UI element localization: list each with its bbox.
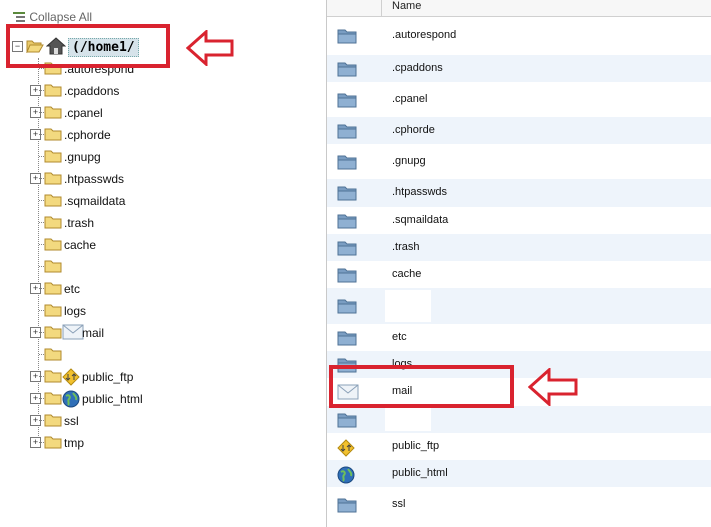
collapse-all-label: Collapse All <box>29 10 93 24</box>
header-separator <box>381 0 382 16</box>
file-name[interactable]: .autorespond <box>392 29 456 41</box>
folder-icon <box>337 214 357 229</box>
tree-item-label: .cpanel <box>64 106 103 120</box>
left-arrow-icon <box>186 30 234 66</box>
file-name[interactable]: etc <box>392 331 407 343</box>
folder-icon <box>337 29 357 44</box>
blank-name-cell <box>385 408 431 431</box>
file-row[interactable]: .cphorde <box>327 117 711 144</box>
blank-name-cell <box>385 290 431 322</box>
folder-icon <box>337 155 357 170</box>
folder-icon <box>44 348 62 361</box>
file-row[interactable] <box>327 288 711 324</box>
collapse-all-link[interactable]: Collapse All <box>12 10 92 24</box>
file-row[interactable]: cache <box>327 261 711 288</box>
file-name[interactable]: cache <box>392 268 421 280</box>
folder-icon <box>337 62 357 77</box>
collapse-all-icon <box>13 12 25 22</box>
folder-icon <box>44 150 62 163</box>
root-highlight-box <box>6 24 170 68</box>
file-row[interactable]: .cpaddons <box>327 55 711 82</box>
folder-icon <box>44 194 62 207</box>
tree-item-label: logs <box>64 304 87 318</box>
folder-icon <box>44 238 62 251</box>
mail-icon <box>62 324 84 340</box>
tree-item-label: .cphorde <box>64 128 111 142</box>
folder-icon <box>337 498 357 513</box>
folder-icon <box>44 106 62 119</box>
folder-icon <box>337 186 357 201</box>
column-header-name[interactable]: Name <box>392 0 421 12</box>
tree-item-label: .sqmaildata <box>64 194 126 208</box>
folder-icon <box>44 128 62 141</box>
file-row[interactable] <box>327 406 711 433</box>
folder-icon <box>44 304 62 317</box>
file-name[interactable]: .cpanel <box>392 93 427 105</box>
tree-item-label: cache <box>64 238 97 252</box>
file-row[interactable]: .cpanel <box>327 82 711 117</box>
folder-icon <box>337 124 357 139</box>
file-row[interactable]: ssl <box>327 487 711 523</box>
file-list-header: Name <box>327 0 711 17</box>
folder-icon <box>44 414 62 427</box>
tree-item-label: .gnupg <box>64 150 101 164</box>
tree-item-label: ssl <box>64 414 79 428</box>
globe-icon <box>62 390 80 408</box>
folder-tree-panel: Collapse All − (/home1/ .autorespond + .cp… <box>0 0 326 527</box>
folder-icon <box>44 282 62 295</box>
file-row[interactable]: .trash <box>327 234 711 261</box>
file-name[interactable]: .trash <box>392 241 420 253</box>
globe-icon <box>337 466 355 484</box>
folder-icon <box>337 413 357 428</box>
folder-icon <box>44 370 62 383</box>
ftp-icon <box>337 439 355 457</box>
mail-highlight-box <box>329 365 514 408</box>
ftp-icon <box>62 368 80 386</box>
left-arrow-icon <box>528 368 578 406</box>
folder-icon <box>337 331 357 346</box>
file-row[interactable]: .gnupg <box>327 144 711 179</box>
file-list-panel: Name .autorespond .cpaddons .cpanel .cphord… <box>327 0 711 527</box>
tree-item-label: public_html <box>82 392 143 406</box>
folder-icon <box>44 436 62 449</box>
file-name[interactable]: public_html <box>392 467 448 479</box>
file-row[interactable]: .htpasswds <box>327 179 711 207</box>
file-name[interactable]: .htpasswds <box>392 186 447 198</box>
file-name[interactable]: .cphorde <box>392 124 435 136</box>
folder-icon <box>44 326 62 339</box>
file-row[interactable]: .autorespond <box>327 17 711 55</box>
folder-icon <box>44 172 62 185</box>
file-row[interactable]: public_ftp <box>327 433 711 460</box>
file-name[interactable]: ssl <box>392 498 405 510</box>
folder-icon <box>337 93 357 108</box>
folder-icon <box>337 241 357 256</box>
file-row[interactable]: .sqmaildata <box>327 207 711 234</box>
tree-item-label: tmp <box>64 436 85 450</box>
file-row[interactable]: public_html <box>327 460 711 487</box>
folder-icon <box>44 216 62 229</box>
tree-item-label: .cpaddons <box>64 84 120 98</box>
folder-icon <box>44 260 62 273</box>
tree-item-label: public_ftp <box>82 370 134 384</box>
folder-icon <box>44 392 62 405</box>
tree-item-label: etc <box>64 282 81 296</box>
tree-item-label: .htpasswds <box>64 172 125 186</box>
file-row[interactable]: etc <box>327 324 711 351</box>
file-name[interactable]: .gnupg <box>392 155 426 167</box>
file-name[interactable]: public_ftp <box>392 440 439 452</box>
folder-icon <box>337 268 357 283</box>
tree-item-label: .trash <box>64 216 95 230</box>
folder-icon <box>44 84 62 97</box>
file-name[interactable]: .sqmaildata <box>392 214 448 226</box>
tree-item-label: mail <box>82 326 105 340</box>
file-name[interactable]: .cpaddons <box>392 62 443 74</box>
folder-icon <box>337 299 357 314</box>
